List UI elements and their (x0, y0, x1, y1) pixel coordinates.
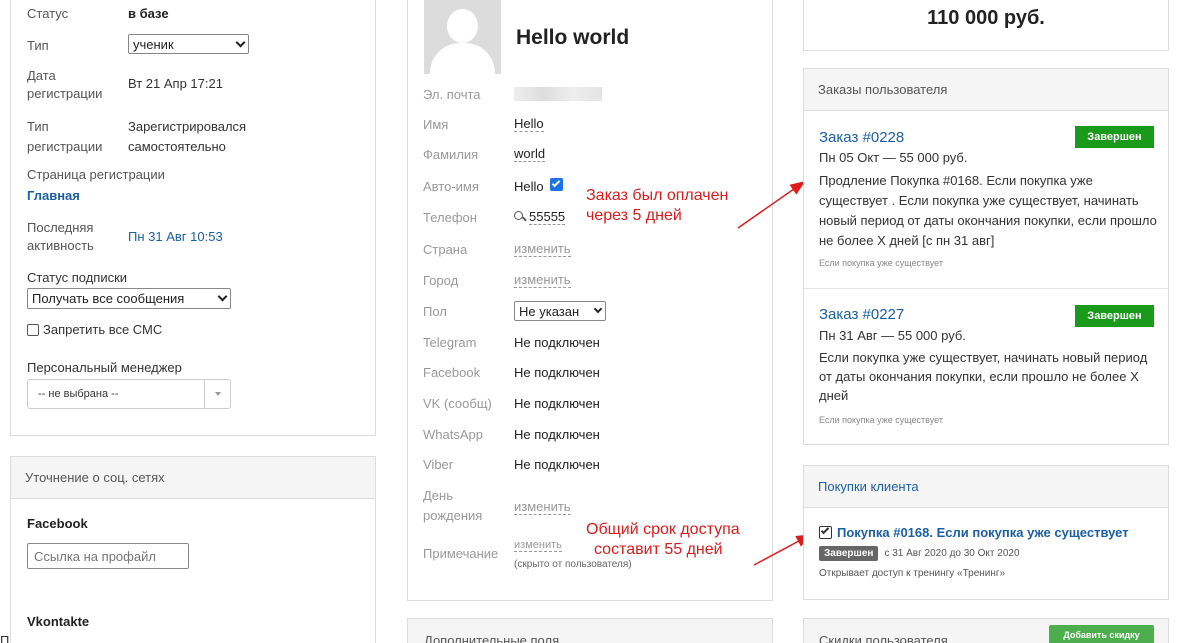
order-subtext: Если покупка уже существует (819, 415, 943, 425)
total-amount: 110 000 руб. (927, 7, 1045, 29)
order-link-0228[interactable]: Заказ #0228 (819, 129, 904, 146)
arrow-to-order (737, 181, 806, 229)
order-meta: Пн 05 Окт — 55 000 руб. (819, 150, 968, 165)
purchase-dates: с 31 Авг 2020 до 30 Окт 2020 (884, 548, 1020, 559)
order-meta: Пн 31 Авг — 55 000 руб. (819, 328, 966, 343)
purchases-panel-header: Покупки клиента (804, 466, 1168, 508)
discounts-header: Скидки пользователя (819, 633, 948, 643)
order-link-0227[interactable]: Заказ #0227 (819, 306, 904, 323)
purchase-meta: Завершен с 31 Авг 2020 до 30 Окт 2020 (819, 546, 1020, 561)
order-status-badge: Завершен (1075, 126, 1154, 148)
add-discount-button[interactable]: Добавить скидку (1049, 625, 1154, 643)
arrow-to-purchase (753, 534, 812, 566)
order-description: Продление Покупка #0168. Если покупка уж… (819, 173, 1157, 248)
order-divider (804, 288, 1168, 289)
order-subtext: Если покупка уже существует (819, 258, 943, 268)
checked-box-icon (819, 525, 832, 539)
orders-panel-header: Заказы пользователя (804, 69, 1168, 111)
order-status-badge: Завершен (1075, 305, 1154, 327)
purchase-link[interactable]: Покупка #0168. Если покупка уже существу… (837, 525, 1129, 540)
order-description: Если покупка уже существует, начинать но… (819, 350, 1148, 403)
purchase-status-badge: Завершен (819, 546, 879, 561)
purchase-access: Открывает доступ к тренингу «Тренинг» (819, 568, 1006, 579)
purchase-row: Покупка #0168. Если покупка уже существу… (819, 525, 1164, 540)
